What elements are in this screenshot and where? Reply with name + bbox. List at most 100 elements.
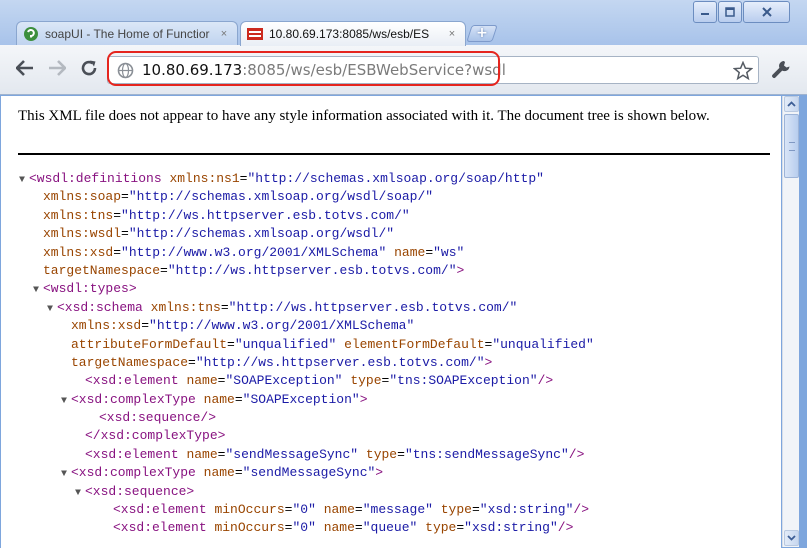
- xml-line: targetNamespace="http://ws.httpserver.es…: [19, 354, 594, 372]
- scroll-down-button[interactable]: [784, 530, 799, 546]
- xml-tag: >: [484, 354, 493, 370]
- xml-line: targetNamespace="http://ws.httpserver.es…: [19, 262, 594, 280]
- xml-line: ▼ <wsdl:definitions xmlns:ns1="http://sch…: [19, 170, 594, 188]
- xml-punctuation: =: [188, 354, 196, 370]
- reload-button[interactable]: [76, 55, 102, 81]
- xml-punctuation: =: [234, 465, 243, 481]
- xml-tag: <xsd:element: [85, 373, 179, 389]
- xml-attribute-name: name: [203, 391, 235, 407]
- xml-line: ▼ <xsd:complexType name="sendMessageSync"…: [19, 464, 594, 482]
- scroll-up-button[interactable]: [784, 96, 799, 112]
- xml-attribute-name: type: [350, 373, 382, 389]
- reload-icon: [81, 60, 97, 76]
- xml-punctuation: =: [113, 244, 122, 260]
- xml-line: <xsd:element name = "sendMessageSync" type…: [19, 446, 594, 464]
- tab-close-icon[interactable]: ×: [445, 27, 459, 41]
- xml-attribute-name: xmlns:xsd: [43, 244, 114, 260]
- xml-punctuation: =: [425, 244, 434, 260]
- xml-attribute-name: elementFormDefault: [344, 336, 485, 352]
- xml-attribute-name: name: [186, 446, 218, 462]
- back-arrow-icon: [16, 60, 33, 76]
- xml-punctuation: =: [456, 520, 465, 536]
- xml-attribute-value: "unqualified": [492, 336, 594, 352]
- url-highlight-annotation: [107, 51, 500, 86]
- close-window-button[interactable]: [743, 1, 790, 23]
- xml-tag: <xsd:sequence>: [85, 483, 195, 499]
- xml-tag: </xsd:complexType>: [85, 428, 226, 444]
- xml-punctuation: =: [113, 207, 122, 223]
- forward-button[interactable]: [44, 55, 70, 81]
- tab-wsdl[interactable]: 10.80.69.173:8085/ws/esb/ES ×: [240, 21, 466, 46]
- xml-attribute-name: name: [323, 502, 355, 518]
- xml-line: ▼ <wsdl:types>: [19, 280, 594, 298]
- xml-attribute-value: "ws": [433, 244, 465, 260]
- xml-punctuation: [316, 520, 324, 535]
- xml-attribute-value: "SOAPException": [225, 373, 343, 389]
- xml-tag: <xsd:complexType: [71, 391, 196, 407]
- xml-attribute-value: "tns:SOAPException": [389, 373, 538, 389]
- xml-attribute-name: targetNamespace: [43, 262, 161, 278]
- xml-tag: >: [456, 262, 465, 278]
- xml-attribute-value: "http://schemas.xmlsoap.org/soap/http": [247, 171, 544, 186]
- xml-line: xmlns:wsdl="http://schemas.xmlsoap.org/w…: [19, 225, 594, 243]
- xml-tag: <xsd:element: [113, 502, 207, 518]
- xml-attribute-name: name: [394, 244, 426, 260]
- xml-punctuation: =: [234, 391, 243, 407]
- back-button[interactable]: [12, 55, 38, 81]
- xml-line: xmlns:xsd="http://www.w3.org/2001/XMLSch…: [19, 317, 594, 335]
- xml-attribute-name: xmlns:soap: [43, 189, 122, 205]
- browser-toolbar: 10.80.69.173:8085/ws/esb/ESBWebService?w…: [0, 45, 807, 95]
- xml-attribute-name: xmlns:wsdl: [43, 226, 122, 242]
- xml-attribute-value: "http://schemas.xmlsoap.org/wsdl/": [128, 226, 395, 242]
- xml-tag: <xsd:element: [85, 446, 179, 462]
- browser-window: soapUI - The Home of Functior × 10.80.69…: [0, 0, 807, 548]
- new-tab-button[interactable]: +: [466, 25, 498, 42]
- vertical-scrollbar[interactable]: [782, 96, 799, 547]
- xml-attribute-value: "xsd:string": [479, 502, 574, 518]
- xml-line: <xsd:sequence/>: [19, 409, 594, 427]
- forward-arrow-icon: [49, 60, 66, 76]
- xml-punctuation: [143, 300, 151, 315]
- xml-line: xmlns:xsd="http://www.w3.org/2001/XMLSch…: [19, 244, 594, 262]
- minimize-button[interactable]: [693, 1, 717, 23]
- xml-attribute-name: xmlns:xsd: [71, 318, 142, 334]
- xml-punctuation: [358, 447, 366, 462]
- xml-attribute-name: type: [425, 520, 457, 536]
- xml-attribute-name: targetNamespace: [71, 354, 189, 370]
- xml-line: <xsd:element minOccurs="0" name="queue" …: [19, 519, 594, 537]
- xml-tag: <xsd:element: [113, 520, 207, 536]
- page-content: This XML file does not appear to have an…: [1, 96, 781, 548]
- soapui-icon: [23, 26, 39, 42]
- wrench-icon[interactable]: [770, 59, 792, 81]
- xml-punctuation: =: [220, 299, 229, 315]
- xml-attribute-name: attributeFormDefault: [71, 336, 228, 352]
- xml-tag: <wsdl:definitions: [29, 171, 162, 186]
- close-icon: [761, 7, 772, 17]
- xml-punctuation: [196, 465, 204, 480]
- xml-punctuation: =: [227, 336, 235, 352]
- xml-attribute-name: name: [203, 465, 235, 481]
- xml-attribute-value: "http://schemas.xmlsoap.org/wsdl/soap/": [128, 189, 434, 205]
- xml-tag: />: [568, 446, 585, 462]
- notice-divider: [18, 153, 770, 155]
- tab-soapui[interactable]: soapUI - The Home of Functior ×: [16, 21, 238, 46]
- xml-attribute-value: "http://ws.httpserver.esb.totvs.com/": [167, 262, 457, 278]
- xml-tag: <wsdl:types>: [43, 281, 137, 297]
- xml-line: <xsd:element minOccurs="0" name="message…: [19, 501, 594, 519]
- bookmark-star-icon[interactable]: [733, 61, 753, 81]
- xml-tag: >: [359, 391, 368, 407]
- xml-attribute-value: "queue": [362, 520, 418, 536]
- xml-attribute-name: minOccurs: [214, 520, 285, 536]
- xml-line: </xsd:complexType>: [19, 427, 594, 445]
- tab-close-icon[interactable]: ×: [217, 27, 231, 41]
- xml-attribute-value: "SOAPException": [242, 391, 360, 407]
- scroll-thumb[interactable]: [784, 114, 799, 178]
- xml-punctuation: =: [397, 446, 405, 462]
- xml-punctuation: [336, 337, 344, 352]
- tab-title: 10.80.69.173:8085/ws/esb/ES: [269, 27, 430, 41]
- tab-strip: soapUI - The Home of Functior × 10.80.69…: [0, 0, 807, 46]
- xml-attribute-value: "http://ws.httpserver.esb.totvs.com/": [195, 354, 485, 370]
- xml-attribute-value: "message": [362, 502, 433, 518]
- maximize-button[interactable]: [718, 1, 742, 23]
- xml-page-icon: [247, 26, 263, 42]
